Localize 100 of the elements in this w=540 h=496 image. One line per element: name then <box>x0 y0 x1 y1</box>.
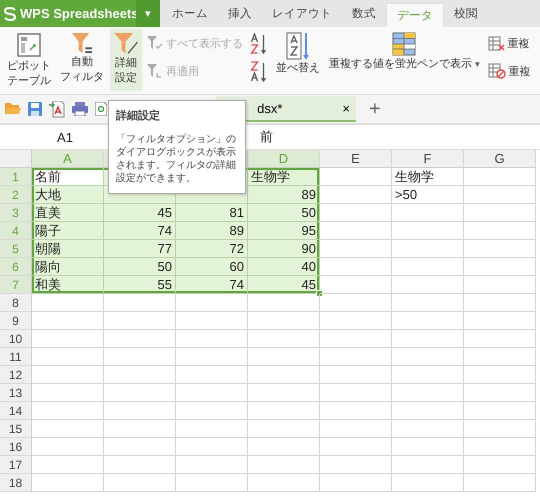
table-cell[interactable] <box>32 312 104 330</box>
table-cell[interactable] <box>464 420 536 438</box>
table-cell[interactable] <box>392 402 464 420</box>
table-cell[interactable]: 77 <box>104 240 176 258</box>
table-cell[interactable] <box>464 384 536 402</box>
ribbon-button[interactable]: 重複 <box>486 61 533 81</box>
table-cell[interactable] <box>464 204 536 222</box>
select-all-corner[interactable] <box>0 150 32 168</box>
table-cell[interactable] <box>464 366 536 384</box>
table-cell[interactable] <box>392 276 464 294</box>
table-cell[interactable] <box>32 384 104 402</box>
table-cell[interactable] <box>32 420 104 438</box>
table-cell[interactable] <box>464 348 536 366</box>
table-cell[interactable] <box>464 222 536 240</box>
export-pdf-icon[interactable] <box>49 100 65 118</box>
table-cell[interactable]: 朝陽 <box>32 240 104 258</box>
table-cell[interactable] <box>176 330 248 348</box>
table-cell[interactable] <box>176 456 248 474</box>
table-cell[interactable] <box>248 348 320 366</box>
table-cell[interactable] <box>176 474 248 492</box>
table-cell[interactable] <box>248 330 320 348</box>
close-icon[interactable]: × <box>342 100 350 116</box>
table-cell[interactable]: 和美 <box>32 276 104 294</box>
table-cell[interactable] <box>32 456 104 474</box>
table-cell[interactable] <box>320 294 392 312</box>
table-cell[interactable] <box>176 366 248 384</box>
table-cell[interactable] <box>104 312 176 330</box>
table-cell[interactable] <box>32 402 104 420</box>
table-cell[interactable] <box>32 366 104 384</box>
table-cell[interactable] <box>392 258 464 276</box>
table-cell[interactable] <box>392 312 464 330</box>
table-cell[interactable] <box>104 294 176 312</box>
table-cell[interactable] <box>32 294 104 312</box>
app-menu-button[interactable]: ▾ <box>136 0 160 27</box>
table-cell[interactable]: >50 <box>392 186 464 204</box>
table-cell[interactable]: 50 <box>248 204 320 222</box>
table-cell[interactable] <box>392 384 464 402</box>
column-header[interactable]: F <box>392 150 464 168</box>
table-cell[interactable]: 45 <box>248 276 320 294</box>
table-cell[interactable] <box>392 294 464 312</box>
table-cell[interactable] <box>104 474 176 492</box>
table-cell[interactable] <box>176 420 248 438</box>
table-cell[interactable] <box>464 402 536 420</box>
table-cell[interactable] <box>176 438 248 456</box>
folder-icon[interactable] <box>4 103 21 115</box>
column-header[interactable]: G <box>464 150 536 168</box>
table-cell[interactable] <box>176 312 248 330</box>
table-cell[interactable] <box>248 384 320 402</box>
ribbon-tab[interactable]: レイアウト <box>262 0 342 27</box>
table-cell[interactable] <box>176 402 248 420</box>
print-icon[interactable] <box>72 102 88 116</box>
table-cell[interactable] <box>104 330 176 348</box>
table-cell[interactable] <box>248 366 320 384</box>
table-cell[interactable] <box>320 330 392 348</box>
ribbon-button[interactable]: 詳細 設定 <box>110 29 142 91</box>
table-cell[interactable] <box>248 312 320 330</box>
table-cell[interactable] <box>392 330 464 348</box>
ribbon-button[interactable]: 重複する値を蛍光ペンで表示 ▾ <box>326 29 483 91</box>
row-header[interactable]: 12 <box>0 366 32 384</box>
table-cell[interactable]: 大地 <box>32 186 104 204</box>
table-cell[interactable] <box>104 384 176 402</box>
table-cell[interactable] <box>320 384 392 402</box>
ribbon-tab[interactable]: 数式 <box>342 0 386 27</box>
table-cell[interactable] <box>464 276 536 294</box>
table-cell[interactable]: 95 <box>248 222 320 240</box>
table-cell[interactable] <box>464 186 536 204</box>
table-cell[interactable] <box>320 168 392 186</box>
table-cell[interactable]: 45 <box>104 204 176 222</box>
table-cell[interactable] <box>392 456 464 474</box>
table-cell[interactable] <box>464 168 536 186</box>
table-cell[interactable] <box>320 312 392 330</box>
ribbon-tab[interactable]: ホーム <box>162 0 218 27</box>
table-cell[interactable] <box>104 438 176 456</box>
new-tab-button[interactable]: + <box>363 98 387 120</box>
table-cell[interactable] <box>392 438 464 456</box>
table-cell[interactable] <box>464 312 536 330</box>
table-cell[interactable] <box>464 474 536 492</box>
ribbon-tab[interactable]: 校閲 <box>444 0 488 27</box>
table-cell[interactable]: 生物学 <box>248 168 320 186</box>
table-cell[interactable] <box>320 186 392 204</box>
table-cell[interactable] <box>392 204 464 222</box>
table-cell[interactable] <box>464 258 536 276</box>
table-cell[interactable] <box>248 438 320 456</box>
table-cell[interactable] <box>320 366 392 384</box>
print-preview-icon[interactable] <box>95 102 107 116</box>
table-cell[interactable] <box>248 474 320 492</box>
table-cell[interactable] <box>248 456 320 474</box>
table-cell[interactable] <box>176 384 248 402</box>
ribbon-button[interactable]: 自動 フィルタ <box>57 29 107 91</box>
ribbon-button[interactable]: 重複 <box>486 33 533 53</box>
table-cell[interactable]: 陽向 <box>32 258 104 276</box>
table-cell[interactable] <box>464 456 536 474</box>
row-header[interactable]: 17 <box>0 456 32 474</box>
table-cell[interactable] <box>104 456 176 474</box>
table-cell[interactable] <box>32 348 104 366</box>
row-header[interactable]: 13 <box>0 384 32 402</box>
table-cell[interactable] <box>104 366 176 384</box>
table-cell[interactable]: 90 <box>248 240 320 258</box>
table-cell[interactable]: 名前 <box>32 168 104 186</box>
row-header[interactable]: 18 <box>0 474 32 492</box>
